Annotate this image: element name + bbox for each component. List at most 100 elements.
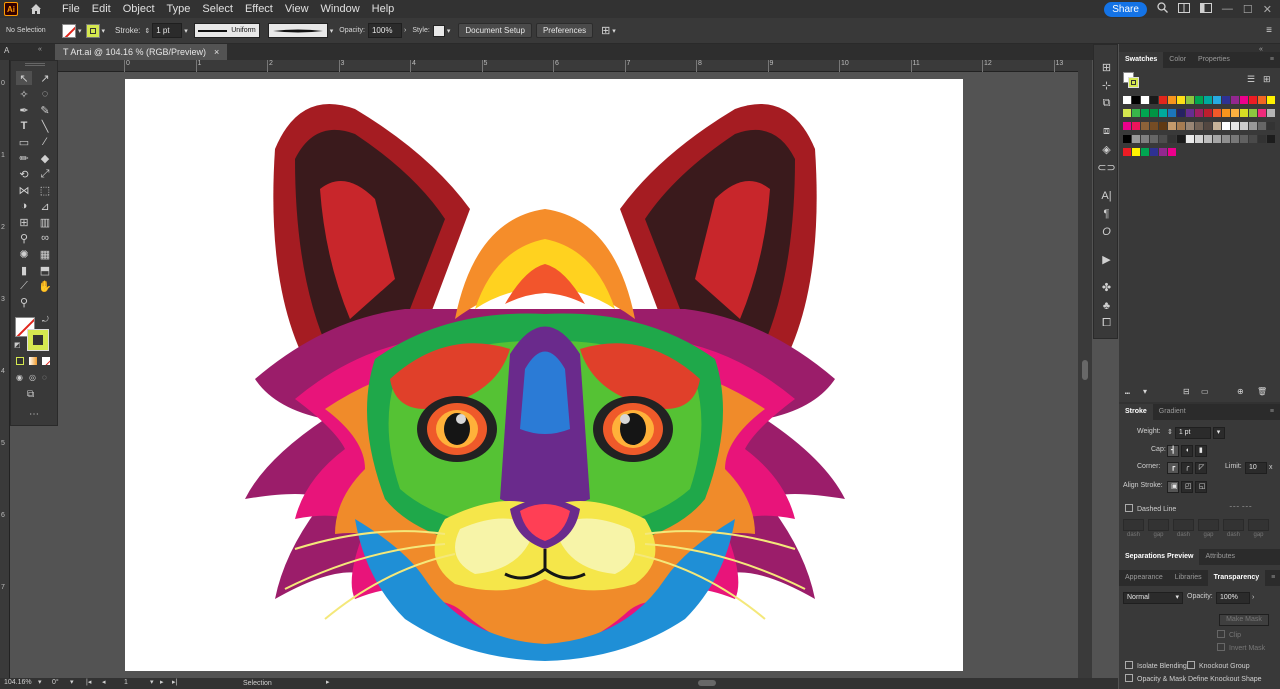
scroll-thumb[interactable] [1082, 360, 1088, 380]
align-outside-icon[interactable]: ◱ [1194, 481, 1207, 493]
swatch-chip[interactable] [1141, 96, 1149, 104]
swatch-chip[interactable] [1213, 135, 1221, 143]
draw-inside-icon[interactable]: ◌ [42, 373, 47, 382]
align-center-icon[interactable]: ▣ [1167, 481, 1179, 493]
swatch-chip[interactable] [1222, 96, 1230, 104]
column-graph-tool-icon[interactable]: ▦ [37, 247, 53, 261]
previous-artboard-icon[interactable]: ◂ [102, 678, 106, 686]
new-swatch-icon[interactable]: ⊕ [1237, 387, 1244, 396]
new-color-group-icon[interactable]: ▭ [1201, 387, 1209, 396]
swatch-chip[interactable] [1132, 148, 1140, 156]
menu-edit[interactable]: Edit [86, 0, 117, 18]
opentype-panel-icon[interactable]: O [1100, 225, 1113, 238]
checkbox[interactable] [1125, 504, 1133, 512]
gradient-tool-icon[interactable]: ▥ [37, 215, 53, 229]
swatch-chip[interactable] [1240, 96, 1248, 104]
swatch-chip[interactable] [1231, 96, 1239, 104]
brush-definition[interactable] [267, 23, 328, 38]
next-artboard-icon[interactable]: ▸ [160, 678, 164, 686]
type-tool-icon[interactable]: T [16, 119, 32, 133]
swatch-chip[interactable] [1258, 122, 1266, 130]
swatch-chip[interactable] [1150, 122, 1158, 130]
stroke-color-swatch[interactable] [27, 329, 49, 351]
swatch-chip[interactable] [1186, 135, 1194, 143]
symbol-sprayer-tool-icon[interactable]: ✺ [16, 247, 32, 261]
swatch-chip[interactable] [1132, 96, 1140, 104]
swatch-chip[interactable] [1186, 109, 1194, 117]
panel-menu-icon[interactable]: ≡ [1264, 404, 1280, 420]
curvature-tool-icon[interactable]: ✎ [37, 103, 53, 117]
artboards-panel-icon[interactable]: ⊞ [1100, 61, 1113, 74]
chevron-right-icon[interactable]: › [404, 27, 406, 34]
workspace-icon[interactable] [1199, 2, 1212, 16]
swatch-chip[interactable] [1123, 148, 1131, 156]
clip-checkbox[interactable]: Clip [1217, 630, 1241, 639]
scale-tool-icon[interactable]: ⤢ [37, 167, 53, 181]
checkbox[interactable] [1217, 630, 1225, 638]
swatch-chip[interactable] [1123, 96, 1131, 104]
show-kinds-icon[interactable]: ▾ [1143, 387, 1147, 396]
symbols-panel-icon[interactable]: ♣ [1100, 299, 1113, 312]
document-setup-button[interactable]: Document Setup [458, 23, 532, 38]
tab-gradient[interactable]: Gradient [1153, 404, 1192, 420]
swatch-chip[interactable] [1195, 96, 1203, 104]
chevron-down-icon[interactable]: ▾ [184, 27, 188, 35]
grid-view-icon[interactable]: ⊞ [1263, 74, 1271, 85]
swatch-chip[interactable] [1204, 109, 1212, 117]
swatch-chip[interactable] [1150, 148, 1158, 156]
pencil-tool-icon[interactable]: ✏ [16, 151, 32, 165]
hand-tool-icon[interactable]: ✋ [37, 279, 53, 293]
invert-mask-checkbox[interactable]: Invert Mask [1217, 643, 1265, 652]
swatch-chip[interactable] [1132, 135, 1140, 143]
swatch-chip[interactable] [1213, 109, 1221, 117]
dash-pattern-icon[interactable]: ⁃⁃⁃ ⁃⁃⁃ [1229, 503, 1252, 511]
actions-panel-icon[interactable]: ▶ [1100, 253, 1113, 266]
swatch-chip[interactable] [1186, 122, 1194, 130]
search-icon[interactable] [1157, 2, 1168, 16]
swatch-chip[interactable] [1231, 109, 1239, 117]
opacity-mask-checkbox[interactable]: Opacity & Mask Define Knockout Shape [1125, 674, 1262, 683]
menu-view[interactable]: View [279, 0, 315, 18]
swatch-chip[interactable] [1177, 135, 1185, 143]
swatch-chip[interactable] [1159, 122, 1167, 130]
chevron-down-icon[interactable]: ▾ [447, 27, 451, 35]
checkbox[interactable] [1125, 661, 1133, 669]
swatch-fill-stroke-indicator[interactable] [1123, 72, 1139, 88]
toolbar-grip[interactable] [25, 63, 45, 66]
menu-file[interactable]: File [56, 0, 86, 18]
chevron-right-icon[interactable]: › [1252, 594, 1254, 601]
transform-panel-icon[interactable]: ⊹ [1100, 79, 1113, 92]
swatch-chip[interactable] [1249, 135, 1257, 143]
screen-mode-icon[interactable]: ⧉ [27, 389, 34, 400]
horizontal-ruler[interactable]: 0 1 2 3 4 5 6 7 8 9 10 11 12 13 [10, 60, 1078, 72]
graphic-style-swatch[interactable] [432, 24, 445, 37]
share-button[interactable]: Share [1104, 1, 1147, 17]
round-join-icon[interactable]: ╭ [1180, 462, 1193, 474]
draw-behind-icon[interactable]: ◎ [29, 373, 36, 382]
swatch-chip[interactable] [1195, 122, 1203, 130]
home-icon[interactable] [28, 1, 44, 17]
tab-color[interactable]: Color [1163, 52, 1192, 68]
swatch-chip[interactable] [1204, 135, 1212, 143]
menu-effect[interactable]: Effect [239, 0, 279, 18]
swatch-chip[interactable] [1231, 135, 1239, 143]
line-tool-icon[interactable]: ╲ [37, 119, 53, 133]
checkbox[interactable] [1217, 643, 1225, 651]
free-transform-tool-icon[interactable]: ⬚ [37, 183, 53, 197]
opacity-field[interactable]: 100% [367, 23, 402, 38]
first-artboard-icon[interactable]: |◂ [86, 678, 91, 686]
magic-wand-tool-icon[interactable]: ✧ [16, 87, 32, 101]
checkbox[interactable] [1125, 674, 1133, 682]
last-artboard-icon[interactable]: ▸| [172, 678, 177, 686]
none-mode-icon[interactable] [42, 357, 50, 365]
variable-width-profile[interactable]: Uniform [193, 23, 260, 38]
bevel-join-icon[interactable]: ◸ [1194, 462, 1207, 474]
stroke-weight-input[interactable]: 1 pt [1174, 427, 1211, 439]
tab-transparency[interactable]: Transparency [1207, 570, 1266, 586]
color-mode-icon[interactable] [16, 357, 24, 365]
rotation-value[interactable]: 0° [52, 679, 59, 686]
swatch-chip[interactable] [1123, 109, 1131, 117]
swatch-chip[interactable] [1150, 135, 1158, 143]
chevron-down-icon[interactable]: ▾ [612, 27, 616, 35]
swatch-chip[interactable] [1141, 148, 1149, 156]
